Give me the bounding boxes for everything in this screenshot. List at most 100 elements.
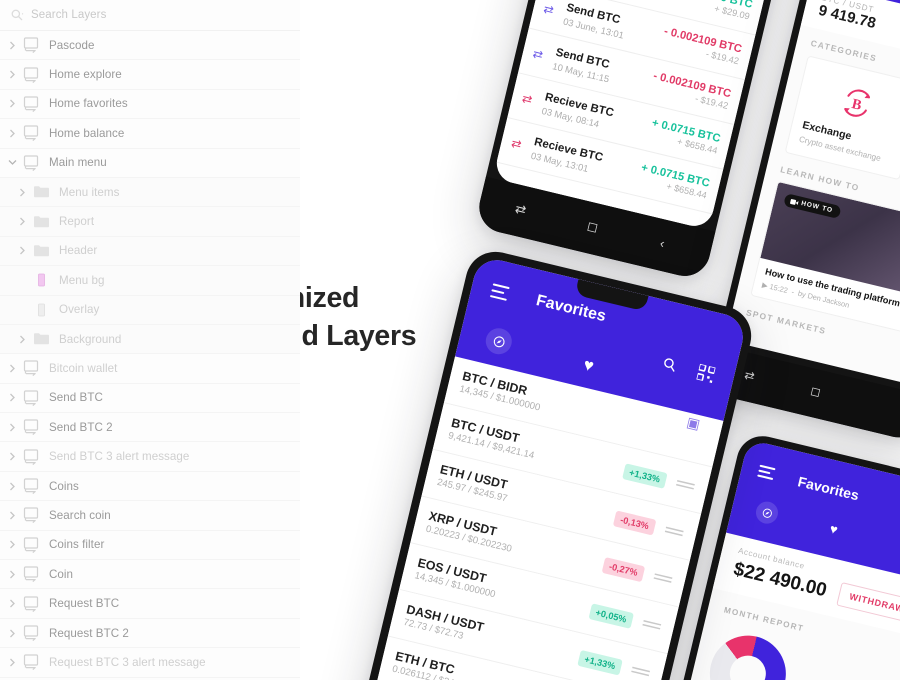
heart-icon[interactable]: ♥ <box>581 355 596 377</box>
layer-label: Report <box>59 215 95 229</box>
search-icon <box>10 8 24 22</box>
change-badge: +0,05% <box>588 602 635 629</box>
group-layer-icon <box>22 419 41 436</box>
back-arrow-icon[interactable]: ‹ <box>659 235 667 251</box>
layer-row-overlay[interactable]: Overlay <box>0 295 300 325</box>
change-badge: +1,33% <box>576 649 623 676</box>
home-square-icon[interactable]: ◻ <box>809 383 822 399</box>
appbar-title: Favorites <box>796 473 861 504</box>
group-layer-icon <box>22 566 41 583</box>
layer-row-send-btc-3-alert-message[interactable]: Send BTC 3 alert message <box>0 442 300 472</box>
group-layer-icon <box>22 478 41 495</box>
change-badge: +1,33% <box>621 462 668 489</box>
home-square-icon[interactable]: ◻ <box>585 218 600 236</box>
layer-label: Menu bg <box>59 273 105 287</box>
compass-icon[interactable] <box>483 325 515 357</box>
chevron-right-icon[interactable] <box>14 214 30 230</box>
chevron-right-icon[interactable] <box>4 96 20 112</box>
chevron-right-icon[interactable] <box>14 184 30 200</box>
group-layer-icon <box>22 596 41 612</box>
heart-icon[interactable]: ♥ <box>828 521 839 537</box>
chevron-right-icon[interactable] <box>4 360 20 376</box>
layer-row-background[interactable]: Background <box>0 324 300 355</box>
chevron-right-icon[interactable] <box>4 37 20 53</box>
chevron-right-icon[interactable] <box>4 537 20 553</box>
chevron-right-icon[interactable] <box>4 625 20 641</box>
hamburger-icon[interactable] <box>757 464 776 481</box>
layer-row-menu-items[interactable]: Menu items <box>0 177 300 208</box>
layer-label: Home explore <box>49 68 122 82</box>
no-chevron <box>14 272 30 288</box>
chevron-right-icon[interactable] <box>4 125 20 141</box>
qr-code-icon[interactable] <box>695 363 717 388</box>
layer-row-send-btc[interactable]: Send BTC <box>0 383 300 414</box>
layer-label: Send BTC <box>49 391 103 405</box>
chevron-right-icon[interactable] <box>4 419 20 435</box>
hamburger-icon[interactable] <box>489 283 510 301</box>
folder-layer-icon <box>32 243 51 259</box>
layer-row-header[interactable]: Header <box>0 236 300 267</box>
month-report-donut <box>702 627 794 680</box>
group-layer-icon <box>22 66 41 83</box>
group-layer-icon <box>22 360 41 377</box>
chevron-right-icon[interactable] <box>4 390 20 406</box>
layer-row-home-favorites[interactable]: Home favorites <box>0 89 300 120</box>
layer-label: Menu items <box>59 185 120 199</box>
search-layers-row[interactable]: Search Layers <box>0 0 300 31</box>
chevron-right-icon[interactable] <box>4 449 20 465</box>
how-to-chip: HOW TO <box>783 193 842 220</box>
search-input[interactable]: Search Layers <box>31 9 106 21</box>
search-icon[interactable] <box>659 355 678 378</box>
change-badge: -0,27% <box>601 556 646 582</box>
layer-row-request-btc-3-alert-message[interactable]: Request BTC 3 alert message <box>0 648 300 678</box>
layer-row-home-balance[interactable]: Home balance <box>0 119 300 149</box>
layer-label: Request BTC 2 <box>49 626 129 640</box>
layer-label: Request BTC <box>49 597 120 611</box>
layer-label: Send BTC 3 alert message <box>49 450 190 464</box>
layer-row-coins[interactable]: Coins <box>0 471 300 502</box>
layer-label: Overlay <box>59 303 100 317</box>
sparkline-icon <box>662 521 686 543</box>
sparkline-icon <box>651 568 675 590</box>
group-layer-icon <box>22 625 41 641</box>
withdraw-button[interactable]: WITHDRAW <box>836 581 900 624</box>
change-badge: -0,13% <box>612 509 657 536</box>
chevron-right-icon[interactable] <box>14 331 30 347</box>
folder-layer-icon <box>32 331 51 347</box>
recents-icon[interactable]: ⇄ <box>743 368 756 384</box>
group-layer-icon <box>22 37 41 54</box>
sparkline-icon <box>673 474 697 496</box>
chevron-right-icon[interactable] <box>4 507 20 523</box>
chevron-right-icon[interactable] <box>4 67 20 83</box>
chevron-right-icon[interactable] <box>14 243 30 259</box>
chevron-right-icon[interactable] <box>4 596 20 612</box>
layer-label: Coins filter <box>49 538 105 552</box>
layer-row-main-menu[interactable]: Main menu <box>0 148 300 178</box>
canvas: ⇄Send BTC11 July, 17:05- 0.043010 BTC- $… <box>0 0 900 680</box>
group-layer-icon <box>22 507 41 524</box>
layer-row-send-btc-2[interactable]: Send BTC 2 <box>0 413 300 443</box>
layer-row-coins-filter[interactable]: Coins filter <box>0 530 300 561</box>
chevron-right-icon[interactable] <box>4 478 20 494</box>
layer-row-pascode[interactable]: Pascode <box>0 31 300 61</box>
chevron-right-icon[interactable] <box>4 566 20 582</box>
video-duration: 15:22 <box>768 282 789 296</box>
chevron-down-icon[interactable] <box>4 155 20 171</box>
layer-row-report[interactable]: Report <box>0 207 300 237</box>
recents-icon[interactable]: ⇄ <box>513 201 528 219</box>
layer-row-menu-bg[interactable]: Menu bg <box>0 266 300 296</box>
video-camera-icon <box>790 198 799 205</box>
layer-row-request-btc-2[interactable]: Request BTC 2 <box>0 618 300 649</box>
layer-row-coin[interactable]: Coin <box>0 560 300 590</box>
layer-label: Pascode <box>49 38 95 52</box>
group-layer-icon <box>22 390 41 406</box>
layer-row-home-explore[interactable]: Home explore <box>0 60 300 90</box>
compass-icon[interactable] <box>753 499 781 526</box>
chevron-right-icon[interactable] <box>4 654 20 670</box>
play-small-icon: ▶ <box>761 280 769 291</box>
group-layer-icon <box>22 654 41 671</box>
group-layer-icon <box>22 537 41 553</box>
layer-row-request-btc[interactable]: Request BTC <box>0 589 300 619</box>
layer-row-search-coin[interactable]: Search coin <box>0 501 300 531</box>
layer-row-bitcoin-wallet[interactable]: Bitcoin wallet <box>0 354 300 384</box>
